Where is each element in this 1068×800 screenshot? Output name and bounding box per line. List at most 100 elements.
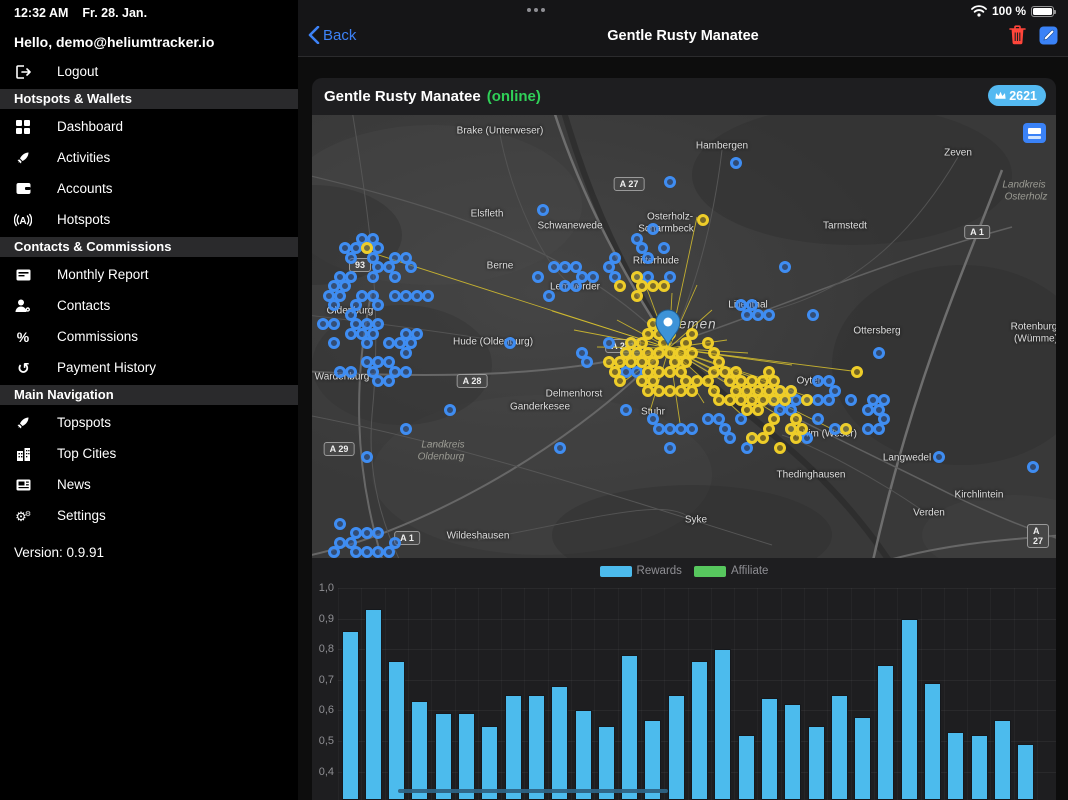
hotspot-dot-yellow[interactable] (796, 423, 808, 435)
chart-bar[interactable] (551, 686, 568, 800)
sidebar-item-accounts[interactable]: Accounts (0, 173, 298, 204)
hotspot-dot-yellow[interactable] (851, 366, 863, 378)
hotspot-dot-blue[interactable] (741, 309, 753, 321)
hotspot-dot-blue[interactable] (317, 318, 329, 330)
chart-bar[interactable] (388, 661, 405, 800)
hotspot-dot-yellow[interactable] (730, 366, 742, 378)
hotspot-dot-yellow[interactable] (614, 280, 626, 292)
chart-bar[interactable] (365, 609, 382, 800)
hotspot-dot-blue[interactable] (719, 423, 731, 435)
legend-item-affiliate[interactable]: Affiliate (694, 565, 769, 577)
chart-bar[interactable] (831, 695, 848, 800)
sidebar-item-contacts[interactable]: Contacts (0, 290, 298, 321)
chart-bar[interactable] (411, 701, 428, 800)
hotspot-dot-blue[interactable] (647, 223, 659, 235)
hotspot-dot-blue[interactable] (664, 176, 676, 188)
chart-bar[interactable] (575, 710, 592, 800)
chart-bar[interactable] (435, 713, 452, 800)
hotspot-dot-blue[interactable] (702, 413, 714, 425)
hotspot-dot-blue[interactable] (867, 394, 879, 406)
hotspot-dot-yellow[interactable] (840, 423, 852, 435)
hotspot-dot-yellow[interactable] (713, 394, 725, 406)
chart-bar[interactable] (668, 695, 685, 800)
hotspot-dot-blue[interactable] (422, 290, 434, 302)
hotspot-dot-blue[interactable] (345, 328, 357, 340)
hotspot-dot-blue[interactable] (411, 290, 423, 302)
hotspot-dot-blue[interactable] (383, 356, 395, 368)
hotspot-dot-blue[interactable] (664, 442, 676, 454)
sidebar-item-commissions[interactable]: %Commissions (0, 321, 298, 352)
hotspot-dot-blue[interactable] (730, 157, 742, 169)
chart-scroll-indicator[interactable] (398, 789, 668, 793)
sidebar-item-hotspots[interactable]: AHotspots (0, 204, 298, 235)
hotspot-dot-blue[interactable] (537, 204, 549, 216)
chart-bar[interactable] (505, 695, 522, 800)
hotspot-dot-blue[interactable] (328, 280, 340, 292)
hotspot-dot-blue[interactable] (345, 366, 357, 378)
chart-bar[interactable] (761, 698, 778, 800)
hotspot-dot-blue[interactable] (350, 527, 362, 539)
hotspot-dot-yellow[interactable] (702, 375, 714, 387)
hotspot-dot-yellow[interactable] (686, 328, 698, 340)
hotspot-dot-yellow[interactable] (741, 385, 753, 397)
chart-bar[interactable] (901, 619, 918, 800)
sidebar-item-topspots[interactable]: Topspots (0, 407, 298, 438)
hotspot-dot-blue[interactable] (873, 347, 885, 359)
hotspot-dot-blue[interactable] (350, 546, 362, 558)
hotspot-dot-blue[interactable] (361, 451, 373, 463)
hotspot-dot-blue[interactable] (389, 252, 401, 264)
hotspot-dot-blue[interactable] (878, 394, 890, 406)
chart-bar[interactable] (714, 649, 731, 800)
hotspot-dot-blue[interactable] (339, 280, 351, 292)
hotspot-dot-blue[interactable] (372, 546, 384, 558)
sidebar-item-top-cities[interactable]: Top Cities (0, 438, 298, 469)
hotspot-dot-blue[interactable] (675, 423, 687, 435)
hotspot-dot-blue[interactable] (686, 423, 698, 435)
hotspot-dot-blue[interactable] (444, 404, 456, 416)
hotspot-dot-yellow[interactable] (697, 214, 709, 226)
hotspot-dot-blue[interactable] (405, 261, 417, 273)
hotspot-dot-blue[interactable] (411, 328, 423, 340)
sidebar-item-payment-history[interactable]: ↺Payment History (0, 352, 298, 383)
multitask-indicator[interactable] (527, 8, 549, 12)
rewards-bar-chart[interactable]: 1,00,90,80,70,60,50,4 (312, 585, 1056, 800)
legend-item-rewards[interactable]: Rewards (600, 565, 682, 577)
hotspot-dot-blue[interactable] (603, 261, 615, 273)
hotspot-dot-yellow[interactable] (647, 356, 659, 368)
chart-bar[interactable] (342, 631, 359, 800)
hotspot-dot-yellow[interactable] (768, 413, 780, 425)
hotspot-dot-yellow[interactable] (669, 356, 681, 368)
chart-bar[interactable] (738, 735, 755, 800)
hotspot-dot-blue[interactable] (620, 404, 632, 416)
sidebar-item-settings[interactable]: ⚙⚙Settings (0, 500, 298, 531)
chart-bar[interactable] (947, 732, 964, 800)
hotspot-dot-blue[interactable] (873, 423, 885, 435)
chart-bar[interactable] (784, 704, 801, 800)
chart-bar[interactable] (971, 735, 988, 800)
hotspot-dot-yellow[interactable] (708, 347, 720, 359)
chart-bar[interactable] (877, 665, 894, 800)
score-badge[interactable]: 2621 (988, 85, 1046, 106)
hotspot-dot-blue[interactable] (576, 271, 588, 283)
hotspot-dot-blue[interactable] (823, 394, 835, 406)
chart-bar[interactable] (621, 655, 638, 800)
chart-bar[interactable] (644, 720, 661, 800)
hotspot-dot-blue[interactable] (328, 318, 340, 330)
hotspot-dot-blue[interactable] (504, 337, 516, 349)
hotspot-dot-blue[interactable] (631, 233, 643, 245)
hotspot-dot-blue[interactable] (543, 290, 555, 302)
hotspot-dot-blue[interactable] (603, 337, 615, 349)
hotspot-dot-yellow[interactable] (658, 280, 670, 292)
hotspot-dot-blue[interactable] (372, 375, 384, 387)
hotspot-dot-blue[interactable] (559, 280, 571, 292)
hotspot-dot-blue[interactable] (383, 337, 395, 349)
hotspot-dot-blue[interactable] (334, 366, 346, 378)
hotspot-dot-yellow[interactable] (680, 356, 692, 368)
hotspot-dot-yellow[interactable] (763, 366, 775, 378)
edit-icon[interactable] (1039, 26, 1058, 45)
hotspot-dot-blue[interactable] (334, 518, 346, 530)
chart-bar[interactable] (691, 661, 708, 800)
hotspot-dot-blue[interactable] (345, 309, 357, 321)
hotspot-dot-blue[interactable] (532, 271, 544, 283)
hotspot-dot-blue[interactable] (389, 271, 401, 283)
